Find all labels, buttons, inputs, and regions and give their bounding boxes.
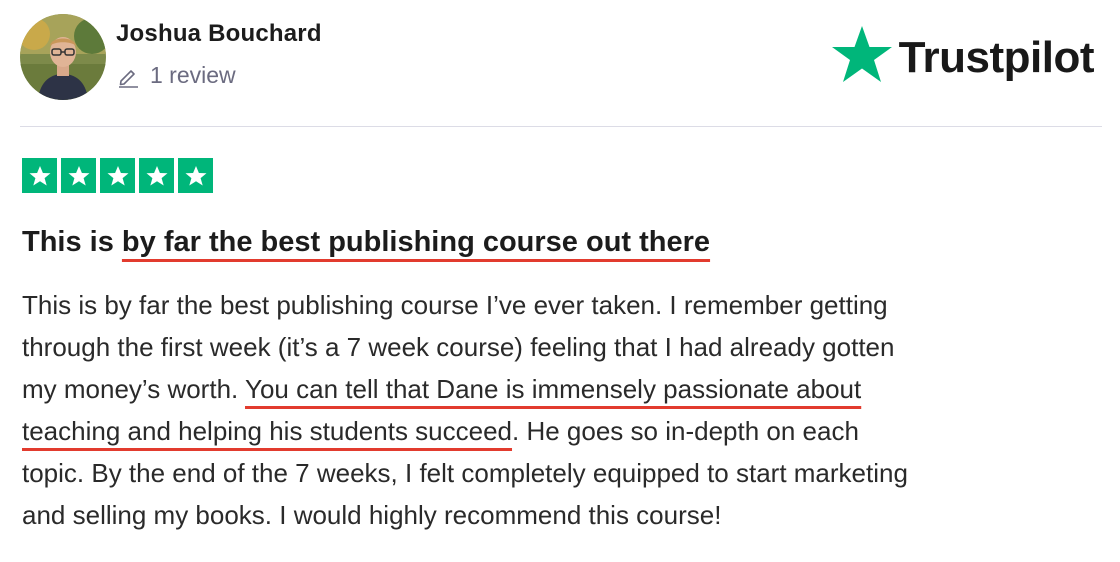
review-title[interactable]: This is by far the best publishing cours…: [22, 226, 710, 259]
review-text: and selling my books. I would highly rec…: [22, 500, 722, 530]
review-line: This is by far the best publishing cours…: [22, 284, 1102, 326]
trustpilot-star-icon: [831, 24, 893, 91]
reviewer-name[interactable]: Joshua Bouchard: [116, 20, 322, 48]
pencil-icon: [116, 64, 140, 88]
review-body: This is by far the best publishing cours…: [22, 284, 1102, 536]
star-rating: [22, 158, 213, 193]
review-highlight: You can tell that Dane is immensely pass…: [245, 374, 862, 404]
review-line: topic. By the end of the 7 weeks, I felt…: [22, 452, 1102, 494]
review-line: teaching and helping his students succee…: [22, 410, 1102, 452]
divider: [20, 126, 1102, 127]
star-icon: [139, 158, 174, 193]
review-text: through the first week (it’s a 7 week co…: [22, 332, 895, 362]
review-line: my money’s worth. You can tell that Dane…: [22, 368, 1102, 410]
avatar-photo: [20, 14, 106, 100]
review-line: through the first week (it’s a 7 week co…: [22, 326, 1102, 368]
review-text: This is by far the best publishing cours…: [22, 290, 888, 320]
review-count: 1 review: [116, 62, 236, 89]
trustpilot-logo: Trustpilot: [831, 24, 1095, 91]
star-icon: [22, 158, 57, 193]
star-icon: [100, 158, 135, 193]
star-icon: [61, 158, 96, 193]
star-icon: [178, 158, 213, 193]
review-text: . He goes so in-depth on each: [512, 416, 859, 446]
review-title-highlight: by far the best publishing course out th…: [121, 226, 711, 258]
avatar[interactable]: [20, 14, 106, 100]
review-text: my money’s worth.: [22, 374, 246, 404]
review-title-text: This is: [22, 226, 122, 258]
review-count-label: 1 review: [150, 62, 236, 88]
review-text: topic. By the end of the 7 weeks, I felt…: [22, 458, 908, 488]
brand-name: Trustpilot: [898, 32, 1095, 82]
review-line: and selling my books. I would highly rec…: [22, 494, 1102, 536]
review-highlight: teaching and helping his students succee…: [22, 416, 513, 446]
